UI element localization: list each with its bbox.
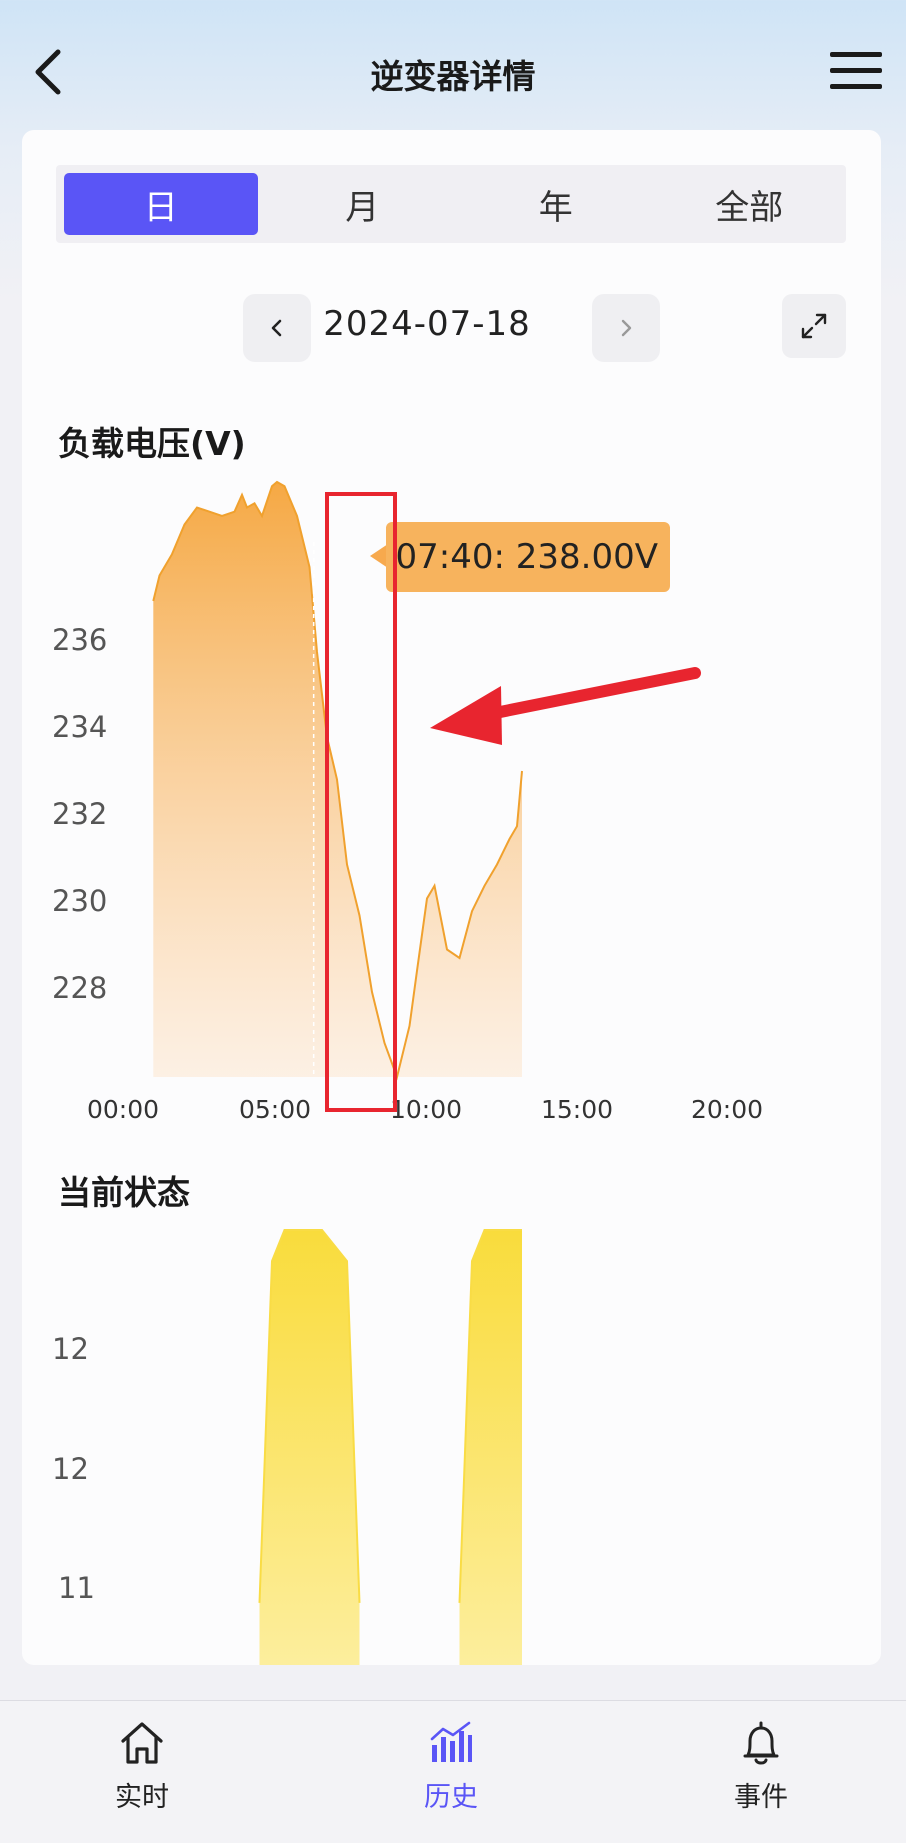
- top-bar: 逆变器详情: [0, 0, 906, 140]
- nav-events-label: 事件: [686, 1775, 836, 1814]
- nav-realtime[interactable]: 实时: [67, 1719, 217, 1814]
- nav-events[interactable]: 事件: [686, 1719, 836, 1814]
- menu-button[interactable]: [826, 46, 886, 96]
- status-area: [260, 1230, 360, 1665]
- nav-realtime-label: 实时: [67, 1775, 217, 1814]
- page-title: 逆变器详情: [0, 50, 906, 98]
- nav-history-label: 历史: [376, 1775, 526, 1814]
- bell-icon: [736, 1719, 786, 1767]
- nav-history[interactable]: 历史: [376, 1719, 526, 1814]
- hamburger-menu-icon: [826, 46, 886, 96]
- bar-chart-icon: [426, 1719, 476, 1767]
- status-chart[interactable]: [22, 130, 881, 1665]
- content-card: 日 月 年 全部 2024-07-18 负载电压(V) 236 234 232 …: [22, 130, 881, 1665]
- home-icon: [117, 1719, 167, 1767]
- status-area: [460, 1230, 523, 1665]
- bottom-nav: 实时 历史 事件: [0, 1700, 906, 1843]
